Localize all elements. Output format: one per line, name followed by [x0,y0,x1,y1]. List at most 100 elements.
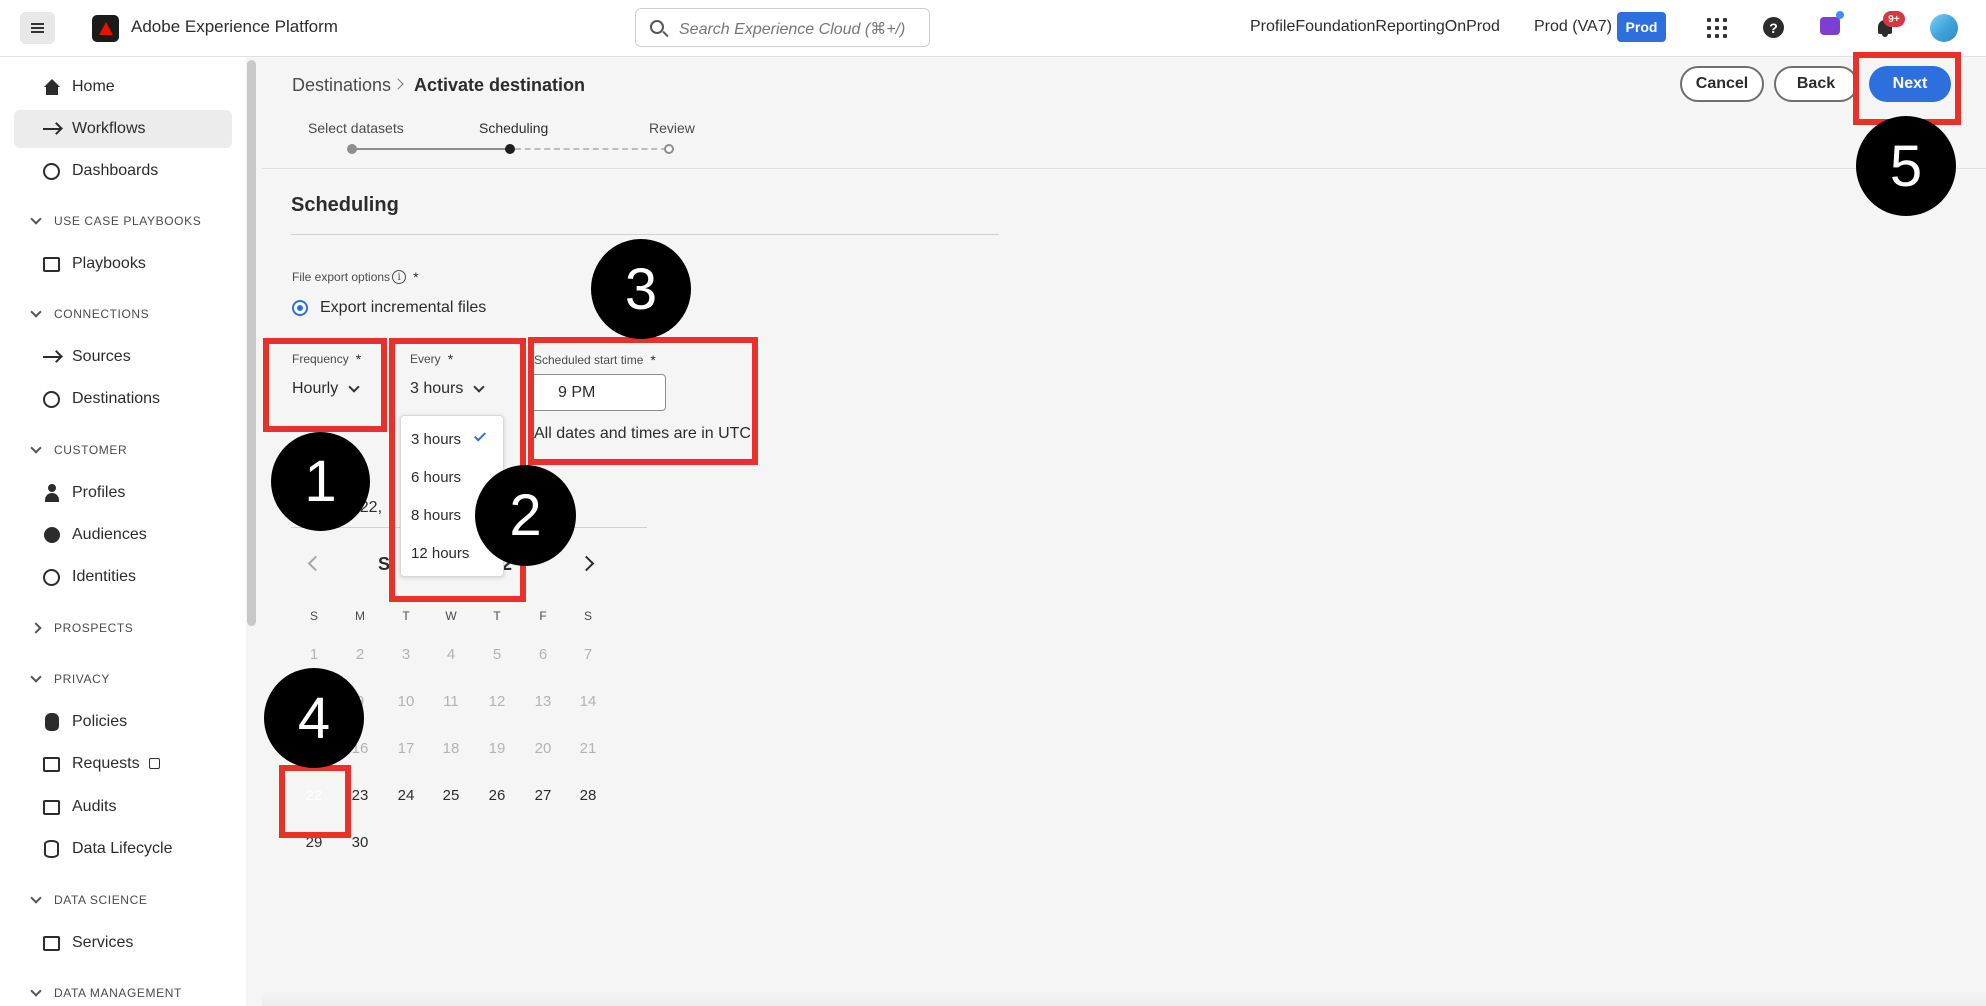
step-marker-2: 2 [475,465,576,566]
top-bar: Adobe Experience Platform Search Experie… [0,0,1986,57]
sidebar-item-dashboards[interactable]: Dashboards [14,152,232,190]
sidebar-item-requests[interactable]: Requests [14,745,232,783]
calendar-day[interactable]: 24 [386,779,426,813]
calendar-day[interactable]: 27 [523,779,563,813]
step-select-datasets[interactable]: Select datasets [308,120,404,136]
chevron-down-icon [30,442,42,454]
chevron-down-icon [30,306,42,318]
sandbox-switcher[interactable]: Prod (VA7) [1534,18,1612,36]
sidebar-item-label: Identities [72,568,137,585]
avatar[interactable] [1930,14,1958,42]
sidebar-item-destinations[interactable]: Destinations [14,380,232,418]
step-marker-3: 3 [591,239,691,339]
every-picker[interactable]: 3 hours [410,380,486,398]
menu-icon[interactable] [20,12,55,44]
calendar-day[interactable]: 23 [340,779,380,813]
section-data-science[interactable]: DATA SCIENCE [30,892,147,907]
adobe-logo[interactable] [92,15,119,42]
every-option-6-hours[interactable]: 6 hours [411,469,461,486]
calendar-day[interactable]: 30 [340,826,380,860]
back-button[interactable]: Back [1774,66,1858,102]
sidebar-item-audiences[interactable]: Audiences [14,516,232,554]
calendar-day[interactable]: 26 [477,779,517,813]
sidebar-item-label: Services [72,934,134,951]
calendar-day[interactable]: 28 [568,779,608,813]
sandbox-badge: Prod [1617,12,1666,42]
calendar-day: 1 [309,646,319,663]
sidebar-item-label: Home [72,78,115,95]
calendar-day: 12 [488,693,506,710]
calendar-day: 10 [397,693,415,710]
section-use-case-playbooks[interactable]: USE CASE PLAYBOOKS [30,213,201,228]
step-dot-current [505,144,515,154]
next-button[interactable]: Next [1869,66,1951,102]
every-option-12-hours[interactable]: 12 hours [411,545,469,562]
sidebar-item-label: Dashboards [72,162,159,179]
sources-icon [42,348,61,367]
calendar-day[interactable]: 25 [431,779,471,813]
section-prospects[interactable]: PROSPECTS [30,621,133,635]
chevron-down-icon [473,380,486,393]
section-connections[interactable]: CONNECTIONS [30,306,149,321]
every-option-8-hours[interactable]: 8 hours [411,507,461,524]
dashboard-icon [42,162,61,181]
step-scheduling[interactable]: Scheduling [479,120,548,136]
sidebar-item-identities[interactable]: Identities [14,558,232,596]
audiences-icon [42,526,61,545]
workflows-icon [42,120,61,139]
playbooks-icon [42,255,61,274]
sidebar-item-policies[interactable]: Policies [14,703,232,741]
home-icon [42,78,61,97]
search-input[interactable]: Search Experience Cloud (⌘+/) [635,8,930,47]
sidebar-item-services[interactable]: Services [14,924,232,962]
export-incremental-label[interactable]: Export incremental files [320,299,486,317]
section-customer[interactable]: CUSTOMER [30,442,127,457]
export-incremental-radio[interactable] [292,300,308,316]
calendar-day: 19 [488,740,506,757]
info-icon[interactable]: i [392,270,407,284]
file-export-label: File export options i * [292,269,419,285]
calendar-day: 21 [579,740,597,757]
checkmark-icon [473,429,487,442]
sidebar-item-profiles[interactable]: Profiles [14,474,232,512]
sidebar-item-sources[interactable]: Sources [14,338,232,376]
sidebar-scrollbar[interactable] [247,60,256,626]
notification-badge: 9+ [1883,11,1905,27]
sidebar-item-audits[interactable]: Audits [14,788,232,826]
cancel-button[interactable]: Cancel [1680,66,1764,102]
sidebar-item-home[interactable]: Home [14,68,232,106]
weekday-label: F [539,609,547,623]
chevron-down-icon [30,892,42,904]
weekday-label: M [355,609,365,623]
sidebar-item-label: Destinations [72,390,161,407]
breadcrumb-destinations[interactable]: Destinations [292,75,391,96]
calendar-day-selected[interactable]: 22 [294,779,334,813]
apps-grid-icon[interactable] [1707,18,1727,38]
weekday-label: T [493,609,501,623]
sidebar-item-workflows[interactable]: Workflows [14,110,232,148]
step-marker-5: 5 [1856,116,1956,216]
sidebar-item-data-lifecycle[interactable]: Data Lifecycle [14,830,232,868]
calendar-day: 13 [534,693,552,710]
sidebar-item-playbooks[interactable]: Playbooks [14,245,232,283]
sidebar-item-label: Playbooks [72,255,146,272]
help-icon[interactable]: ? [1763,17,1784,38]
step-review[interactable]: Review [649,120,695,136]
chat-icon[interactable] [1820,11,1844,35]
chevron-down-icon [30,985,42,997]
start-time-input[interactable]: 9 PM [531,374,666,411]
calendar-day[interactable]: 29 [294,826,334,860]
calendar-day: 17 [397,740,415,757]
search-placeholder: Search Experience Cloud (⌘+/) [679,21,906,38]
every-option-3-hours[interactable]: 3 hours [411,431,461,448]
frequency-label: Frequency * [292,351,362,367]
section-title: Scheduling [291,194,399,216]
section-privacy[interactable]: PRIVACY [30,671,110,686]
frequency-picker[interactable]: Hourly [292,380,360,398]
app-title[interactable]: Adobe Experience Platform [131,17,338,37]
org-switcher[interactable]: ProfileFoundationReportingOnProd [1250,18,1500,36]
section-data-management[interactable]: DATA MANAGEMENT [30,985,182,1000]
calendar-day: 18 [442,740,460,757]
person-icon [42,484,61,503]
sidebar-item-label: Workflows [72,120,146,137]
